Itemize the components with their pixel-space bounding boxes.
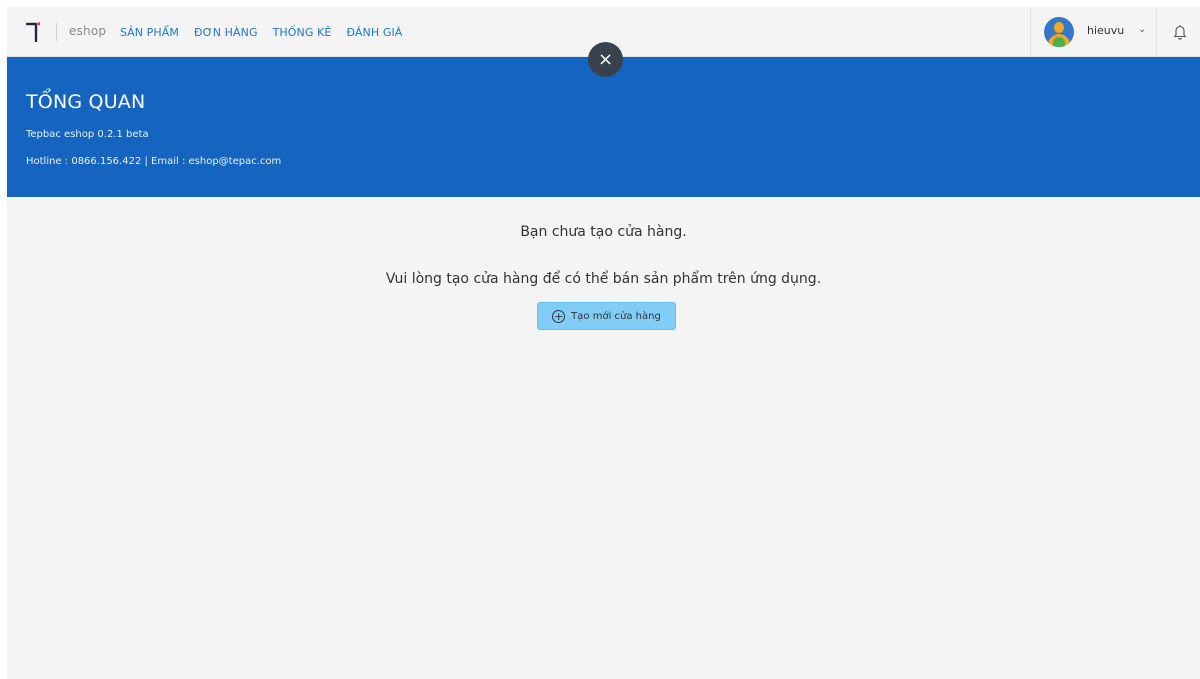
bell-icon[interactable]: [1173, 24, 1187, 40]
logo-divider: [56, 23, 57, 41]
version-text: Tepbac eshop 0.2.1 beta: [26, 129, 149, 140]
app-frame: eshop SẢN PHẨM ĐƠN HÀNG THỐNG KÊ ĐÁNH GI…: [7, 7, 1200, 679]
chevron-down-icon: ⌄: [1138, 24, 1147, 35]
overview-banner: TỔNG QUAN Tepbac eshop 0.2.1 beta Hotlin…: [7, 57, 1200, 197]
contact-info: Hotline : 0866.156.422 | Email : eshop@t…: [26, 156, 282, 167]
user-menu[interactable]: hieuvu ⌄: [1030, 7, 1157, 57]
nav-statistics[interactable]: THỐNG KÊ: [273, 26, 332, 39]
tepbac-logo-icon[interactable]: [26, 22, 40, 42]
plus-circle-icon: +: [552, 309, 566, 323]
close-icon[interactable]: ×: [588, 42, 623, 77]
nav-reviews[interactable]: ĐÁNH GIÁ: [346, 26, 402, 39]
brand-name: eshop: [69, 24, 107, 38]
avatar-shirt: [1053, 37, 1065, 47]
avatar: [1044, 17, 1074, 47]
nav-orders[interactable]: ĐƠN HÀNG: [194, 26, 258, 39]
nav-products[interactable]: SẢN PHẨM: [120, 26, 179, 39]
page-title: TỔNG QUAN: [26, 91, 146, 113]
no-store-message: Bạn chưa tạo cửa hàng.: [520, 224, 687, 240]
create-store-instruction: Vui lòng tạo cửa hàng để có thể bán sản …: [385, 271, 822, 287]
create-store-label: Tạo mới cửa hàng: [571, 310, 661, 322]
username: hieuvu: [1087, 24, 1125, 37]
avatar-head: [1054, 22, 1064, 33]
create-store-button[interactable]: + Tạo mới cửa hàng: [537, 302, 676, 330]
main-nav: SẢN PHẨM ĐƠN HÀNG THỐNG KÊ ĐÁNH GIÁ: [120, 26, 402, 39]
